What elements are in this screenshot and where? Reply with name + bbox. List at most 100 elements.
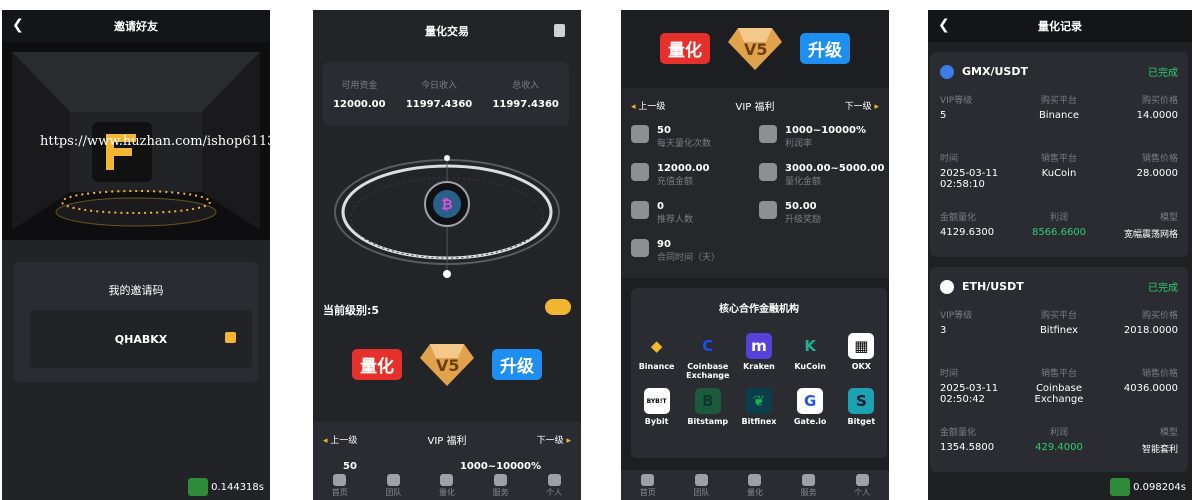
back-icon[interactable]: ❮ [938, 17, 950, 33]
document-icon[interactable] [554, 24, 565, 37]
vip-benefits-card: ◂ 上一级 VIP 福利 下一级 ▸ 50 每天量化次数 1000~10000% 利润… [621, 88, 889, 278]
partner-name: Bitfinex [741, 417, 777, 426]
prev-label: 上一级 [330, 436, 358, 446]
stat-value: 12000.00 [333, 99, 386, 110]
prev-level-button[interactable]: ◂ 上一级 [323, 433, 357, 446]
nav-team[interactable]: 团队 [676, 474, 726, 498]
coin-icon [940, 279, 954, 294]
record-card: GMX/USDT 已完成 VIP等级 购买平台 购买价格 5 Binance 14.0000 时… [930, 52, 1188, 257]
quant-icon [748, 474, 762, 486]
nav-quant[interactable]: 量化 [422, 474, 472, 498]
field-label: 购买价格 [1141, 96, 1178, 106]
field-label: 购买平台 [1040, 311, 1077, 321]
benefit-icon [759, 163, 777, 181]
stat-label: 总收入 [512, 81, 540, 91]
home-icon [333, 474, 347, 486]
benefit-item: 90 合同时间（天） [631, 239, 759, 269]
partner-item[interactable]: K KuCoin [786, 333, 834, 380]
partner-item[interactable]: S Bitget [837, 388, 885, 426]
nav-team[interactable]: 团队 [368, 474, 418, 498]
record-fields: VIP等级 购买平台 购买价格 3 Bitfinex 2018.0000 时间 销售平台 销售价… [940, 308, 1178, 455]
partner-item[interactable]: m Kraken [735, 333, 783, 380]
toggle-icon[interactable] [545, 299, 571, 315]
exchange-logo-icon: C [702, 337, 714, 355]
profile-icon [855, 474, 869, 486]
record-header: GMX/USDT 已完成 [940, 64, 1178, 79]
nav-quant[interactable]: 量化 [730, 474, 780, 498]
benefit-item: 3000.00~5000.00 量化金额 [759, 163, 887, 193]
field-label: 时间 [940, 369, 959, 379]
back-icon[interactable]: ❮ [12, 17, 24, 33]
next-level-button[interactable]: 下一级 ▸ [845, 99, 879, 112]
invite-code: QHABKX [114, 332, 168, 346]
caret-left-icon: ◂ [323, 436, 328, 446]
diamond-text: V5 [744, 40, 768, 59]
watermark: https://www.huzhan.com/ishop6113 [40, 134, 270, 149]
benefit-label: 利润率 [785, 139, 813, 149]
page-title: 邀请好友 [114, 20, 158, 33]
svg-text:₿: ₿ [441, 197, 452, 213]
record-fields: VIP等级 购买平台 购买价格 5 Binance 14.0000 时间 销售平台 销售价格 20… [940, 93, 1178, 240]
diamond-text: V5 [436, 356, 460, 375]
badge-upgrade: 升级 [492, 348, 542, 380]
nav-label: 首页 [639, 488, 656, 497]
exchange-logo-icon: m [745, 333, 772, 359]
nav-service[interactable]: 服务 [476, 474, 526, 498]
nav-label: 服务 [800, 488, 817, 497]
field-label: 模型 [1159, 213, 1178, 223]
field-value: 8566.6600 [1031, 227, 1087, 238]
benefit-icon [631, 125, 649, 143]
nav-service[interactable]: 服务 [784, 474, 834, 498]
partner-name: Coinbase Exchange [686, 362, 730, 380]
next-level-button[interactable]: 下一级 ▸ [537, 433, 571, 446]
timer-text: 0.144318s [211, 481, 264, 493]
benefit-value: 0 [657, 201, 664, 212]
benefit-icon [759, 125, 777, 143]
partner-item[interactable]: BYB!T Bybit [633, 388, 681, 426]
quant-icon [440, 474, 454, 486]
invite-code-title: 我的邀请码 [108, 284, 164, 297]
pair-name: GMX/USDT [962, 65, 1028, 78]
partner-item[interactable]: G Gate.io [786, 388, 834, 426]
partner-item[interactable]: ❦ Bitfinex [735, 388, 783, 426]
caret-left-icon: ◂ [631, 102, 636, 112]
field-label: VIP等级 [940, 96, 973, 106]
partners-title: 核心合作金融机构 [719, 304, 799, 315]
partner-item[interactable]: ▦ OKX [837, 333, 885, 380]
field-label: 金额量化 [940, 213, 977, 223]
caret-right-icon: ▸ [566, 436, 571, 446]
nav-home[interactable]: 首页 [623, 474, 673, 498]
benefit-value: 50.00 [785, 201, 817, 212]
partner-name: Kraken [743, 362, 775, 371]
nav-home[interactable]: 首页 [315, 474, 365, 498]
partner-name: Bitget [847, 417, 876, 426]
field-label: 销售价格 [1141, 154, 1178, 164]
field-value: Coinbase Exchange [1034, 383, 1084, 405]
records-screen: ❮ 量化记录 GMX/USDT 已完成 VIP等级 购买平台 购买价格 5 Binance 1… [928, 10, 1192, 500]
caret-right-icon: ▸ [874, 102, 879, 112]
field-label: 利润 [1049, 213, 1068, 223]
field-label: 销售价格 [1141, 369, 1178, 379]
nav-profile[interactable]: 个人 [529, 474, 579, 498]
nav-label: 量化 [438, 488, 455, 497]
nav-profile[interactable]: 个人 [837, 474, 887, 498]
partner-item[interactable]: ◆ Binance [633, 333, 681, 380]
benefit-icon [631, 163, 649, 181]
partner-item[interactable]: B Bitstamp [684, 388, 732, 426]
invite-code-card: 我的邀请码 QHABKX [14, 262, 258, 382]
field-value: 2018.0000 [1123, 325, 1178, 336]
leaf-icon [188, 478, 209, 496]
badge-quant: 量化 [352, 348, 402, 380]
field-label: 时间 [940, 154, 959, 164]
bitcoin-ring-illustration: ₿ [334, 155, 560, 278]
partner-item[interactable]: C Coinbase Exchange [684, 333, 732, 380]
prev-level-button[interactable]: ◂ 上一级 [631, 99, 665, 112]
benefit-item: 12000.00 充值金额 [631, 163, 759, 193]
copy-icon[interactable] [225, 332, 236, 343]
page-title: 量化记录 [1038, 20, 1082, 33]
prev-label: 上一级 [638, 102, 666, 112]
benefit-value: 1000~10000% [785, 125, 867, 136]
home-icon [641, 474, 655, 486]
page-title: 量化交易 [425, 25, 469, 38]
benefit-icon [631, 201, 649, 219]
